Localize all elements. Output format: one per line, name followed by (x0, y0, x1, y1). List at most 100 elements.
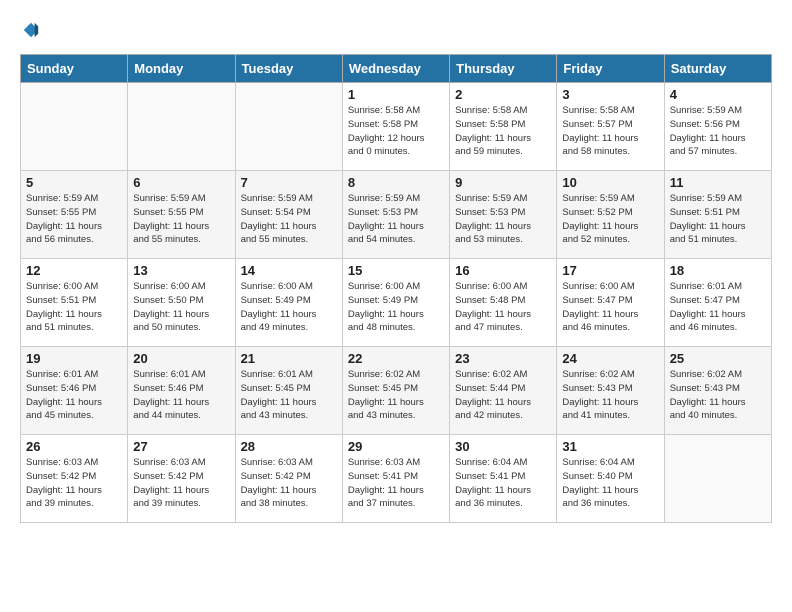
calendar-cell: 6 Sunrise: 5:59 AM Sunset: 5:55 PM Daylig… (128, 171, 235, 259)
calendar-cell: 13 Sunrise: 6:00 AM Sunset: 5:50 PM Dayli… (128, 259, 235, 347)
day-info: Sunrise: 5:58 AM Sunset: 5:58 PM Dayligh… (348, 104, 444, 159)
calendar-cell: 23 Sunrise: 6:02 AM Sunset: 5:44 PM Dayli… (450, 347, 557, 435)
day-number: 21 (241, 351, 337, 366)
calendar-cell: 4 Sunrise: 5:59 AM Sunset: 5:56 PM Daylig… (664, 83, 771, 171)
calendar-cell: 3Sunrise: 5:58 AM Sunset: 5:57 PM Daylig… (557, 83, 664, 171)
day-number: 29 (348, 439, 444, 454)
day-info: Sunrise: 6:00 AM Sunset: 5:50 PM Dayligh… (133, 280, 229, 335)
day-info: Sunrise: 6:01 AM Sunset: 5:46 PM Dayligh… (133, 368, 229, 423)
day-number: 27 (133, 439, 229, 454)
day-number: 8 (348, 175, 444, 190)
day-number: 3 (562, 87, 658, 102)
calendar-cell: 1 Sunrise: 5:58 AM Sunset: 5:58 PM Daylig… (342, 83, 449, 171)
calendar-cell: 22 Sunrise: 6:02 AM Sunset: 5:45 PM Dayli… (342, 347, 449, 435)
calendar-week-row: 1 Sunrise: 5:58 AM Sunset: 5:58 PM Daylig… (21, 83, 772, 171)
page-header (20, 20, 772, 44)
day-info: Sunrise: 6:02 AM Sunset: 5:44 PM Dayligh… (455, 368, 551, 423)
calendar-cell: 28 Sunrise: 6:03 AM Sunset: 5:42 PM Dayli… (235, 435, 342, 523)
day-info: Sunrise: 6:00 AM Sunset: 5:48 PM Dayligh… (455, 280, 551, 335)
calendar-cell: 30 Sunrise: 6:04 AM Sunset: 5:41 PM Dayli… (450, 435, 557, 523)
day-info: Sunrise: 6:03 AM Sunset: 5:42 PM Dayligh… (133, 456, 229, 511)
logo-icon (22, 21, 40, 39)
day-number: 30 (455, 439, 551, 454)
day-info: Sunrise: 6:00 AM Sunset: 5:51 PM Dayligh… (26, 280, 122, 335)
weekday-header-tuesday: Tuesday (235, 55, 342, 83)
calendar-cell (21, 83, 128, 171)
calendar-cell: 14 Sunrise: 6:00 AM Sunset: 5:49 PM Dayli… (235, 259, 342, 347)
calendar-cell: 27 Sunrise: 6:03 AM Sunset: 5:42 PM Dayli… (128, 435, 235, 523)
day-info: Sunrise: 5:59 AM Sunset: 5:54 PM Dayligh… (241, 192, 337, 247)
day-info: Sunrise: 6:02 AM Sunset: 5:43 PM Dayligh… (670, 368, 766, 423)
day-number: 18 (670, 263, 766, 278)
weekday-header-wednesday: Wednesday (342, 55, 449, 83)
day-info: Sunrise: 6:02 AM Sunset: 5:43 PM Dayligh… (562, 368, 658, 423)
day-info: Sunrise: 6:00 AM Sunset: 5:49 PM Dayligh… (348, 280, 444, 335)
day-number: 25 (670, 351, 766, 366)
day-info: Sunrise: 5:59 AM Sunset: 5:53 PM Dayligh… (455, 192, 551, 247)
calendar-cell: 25 Sunrise: 6:02 AM Sunset: 5:43 PM Dayli… (664, 347, 771, 435)
calendar-cell: 24 Sunrise: 6:02 AM Sunset: 5:43 PM Dayli… (557, 347, 664, 435)
day-number: 15 (348, 263, 444, 278)
day-info: Sunrise: 5:59 AM Sunset: 5:55 PM Dayligh… (26, 192, 122, 247)
day-number: 1 (348, 87, 444, 102)
day-number: 2 (455, 87, 551, 102)
calendar-cell: 31 Sunrise: 6:04 AM Sunset: 5:40 PM Dayli… (557, 435, 664, 523)
calendar-cell: 26Sunrise: 6:03 AM Sunset: 5:42 PM Dayli… (21, 435, 128, 523)
day-info: Sunrise: 5:59 AM Sunset: 5:56 PM Dayligh… (670, 104, 766, 159)
day-number: 4 (670, 87, 766, 102)
calendar-cell: 16 Sunrise: 6:00 AM Sunset: 5:48 PM Dayli… (450, 259, 557, 347)
day-number: 6 (133, 175, 229, 190)
day-info: Sunrise: 5:59 AM Sunset: 5:53 PM Dayligh… (348, 192, 444, 247)
day-info: Sunrise: 5:58 AM Sunset: 5:58 PM Dayligh… (455, 104, 551, 159)
weekday-header-row: SundayMondayTuesdayWednesdayThursdayFrid… (21, 55, 772, 83)
day-info: Sunrise: 6:03 AM Sunset: 5:41 PM Dayligh… (348, 456, 444, 511)
weekday-header-saturday: Saturday (664, 55, 771, 83)
day-info: Sunrise: 6:00 AM Sunset: 5:47 PM Dayligh… (562, 280, 658, 335)
day-number: 11 (670, 175, 766, 190)
calendar-cell (235, 83, 342, 171)
day-number: 9 (455, 175, 551, 190)
calendar-cell: 5Sunrise: 5:59 AM Sunset: 5:55 PM Daylig… (21, 171, 128, 259)
logo (20, 20, 40, 44)
calendar-week-row: 19Sunrise: 6:01 AM Sunset: 5:46 PM Dayli… (21, 347, 772, 435)
day-info: Sunrise: 6:00 AM Sunset: 5:49 PM Dayligh… (241, 280, 337, 335)
calendar-cell: 7Sunrise: 5:59 AM Sunset: 5:54 PM Daylig… (235, 171, 342, 259)
day-number: 14 (241, 263, 337, 278)
weekday-header-monday: Monday (128, 55, 235, 83)
calendar-cell: 8 Sunrise: 5:59 AM Sunset: 5:53 PM Daylig… (342, 171, 449, 259)
day-info: Sunrise: 6:02 AM Sunset: 5:45 PM Dayligh… (348, 368, 444, 423)
day-number: 24 (562, 351, 658, 366)
calendar-cell: 18 Sunrise: 6:01 AM Sunset: 5:47 PM Dayli… (664, 259, 771, 347)
day-number: 12 (26, 263, 122, 278)
calendar-week-row: 5Sunrise: 5:59 AM Sunset: 5:55 PM Daylig… (21, 171, 772, 259)
day-number: 10 (562, 175, 658, 190)
day-info: Sunrise: 6:01 AM Sunset: 5:47 PM Dayligh… (670, 280, 766, 335)
calendar-cell: 21 Sunrise: 6:01 AM Sunset: 5:45 PM Dayli… (235, 347, 342, 435)
calendar-cell: 2 Sunrise: 5:58 AM Sunset: 5:58 PM Daylig… (450, 83, 557, 171)
day-number: 17 (562, 263, 658, 278)
day-info: Sunrise: 6:03 AM Sunset: 5:42 PM Dayligh… (241, 456, 337, 511)
day-number: 26 (26, 439, 122, 454)
calendar-cell: 19Sunrise: 6:01 AM Sunset: 5:46 PM Dayli… (21, 347, 128, 435)
day-info: Sunrise: 6:04 AM Sunset: 5:41 PM Dayligh… (455, 456, 551, 511)
day-number: 16 (455, 263, 551, 278)
weekday-header-sunday: Sunday (21, 55, 128, 83)
day-number: 13 (133, 263, 229, 278)
calendar-week-row: 26 Sunrise: 6:03 AM Sunset: 5:42 PM Dayli… (21, 435, 772, 523)
calendar-cell: 11Sunrise: 5:59 AM Sunset: 5:51 PM Dayli… (664, 171, 771, 259)
day-number: 22 (348, 351, 444, 366)
calendar-cell (128, 83, 235, 171)
day-info: Sunrise: 5:59 AM Sunset: 5:55 PM Dayligh… (133, 192, 229, 247)
day-info: Sunrise: 6:01 AM Sunset: 5:45 PM Dayligh… (241, 368, 337, 423)
calendar-cell (664, 435, 771, 523)
weekday-header-friday: Friday (557, 55, 664, 83)
day-info: Sunrise: 6:04 AM Sunset: 5:40 PM Dayligh… (562, 456, 658, 511)
day-number: 31 (562, 439, 658, 454)
day-number: 23 (455, 351, 551, 366)
calendar-cell: 17 Sunrise: 6:00 AM Sunset: 5:47 PM Dayli… (557, 259, 664, 347)
weekday-header-thursday: Thursday (450, 55, 557, 83)
day-number: 28 (241, 439, 337, 454)
calendar-cell: 29 Sunrise: 6:03 AM Sunset: 5:41 PM Dayli… (342, 435, 449, 523)
calendar-cell: 9 Sunrise: 5:59 AM Sunset: 5:53 PM Daylig… (450, 171, 557, 259)
day-info: Sunrise: 6:01 AM Sunset: 5:46 PM Dayligh… (26, 368, 122, 423)
